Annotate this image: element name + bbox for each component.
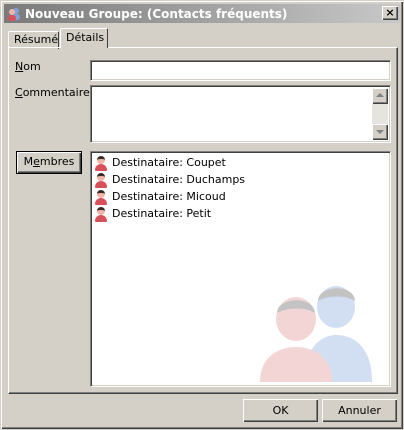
nom-input[interactable] — [90, 60, 391, 81]
title-bar[interactable]: Nouveau Groupe: (Contacts fréquents) × — [4, 4, 400, 23]
commentaires-textarea[interactable] — [90, 85, 391, 143]
member-label: Destinataire: Micoud — [112, 190, 226, 203]
person-icon — [93, 189, 109, 205]
person-icon — [93, 206, 109, 222]
group-icon — [6, 6, 22, 22]
tab-details[interactable]: Détails — [60, 28, 108, 48]
person-icon — [93, 172, 109, 188]
nom-label: Nom — [15, 60, 41, 73]
person-icon — [93, 155, 109, 171]
cancel-button[interactable]: Annuler — [322, 399, 397, 422]
arrow-down-icon — [376, 130, 384, 134]
ok-button[interactable]: OK — [243, 399, 318, 422]
window-title: Nouveau Groupe: (Contacts fréquents) — [25, 6, 288, 21]
list-item[interactable]: Destinataire: Micoud — [93, 188, 226, 205]
group-watermark-icon — [244, 277, 384, 382]
list-item[interactable]: Destinataire: Coupet — [93, 154, 226, 171]
commentaires-scrollbar[interactable] — [372, 88, 388, 140]
member-label: Destinataire: Petit — [112, 207, 212, 220]
list-item[interactable]: Destinataire: Petit — [93, 205, 211, 222]
details-panel: Nom Commentaires Membres Destinataire: C… — [8, 47, 398, 394]
members-list[interactable]: Destinataire: Coupet Destinataire: Ducha… — [90, 151, 391, 387]
scroll-down-button[interactable] — [372, 124, 388, 140]
scroll-up-button[interactable] — [372, 88, 388, 104]
member-label: Destinataire: Coupet — [112, 156, 226, 169]
close-button[interactable]: × — [382, 6, 398, 20]
arrow-up-icon — [376, 93, 384, 97]
dialog-window: Nouveau Groupe: (Contacts fréquents) × R… — [0, 0, 404, 430]
list-item[interactable]: Destinataire: Duchamps — [93, 171, 245, 188]
membres-button[interactable]: Membres — [16, 151, 82, 174]
member-label: Destinataire: Duchamps — [112, 173, 246, 186]
commentaires-label: Commentaires — [15, 86, 96, 99]
